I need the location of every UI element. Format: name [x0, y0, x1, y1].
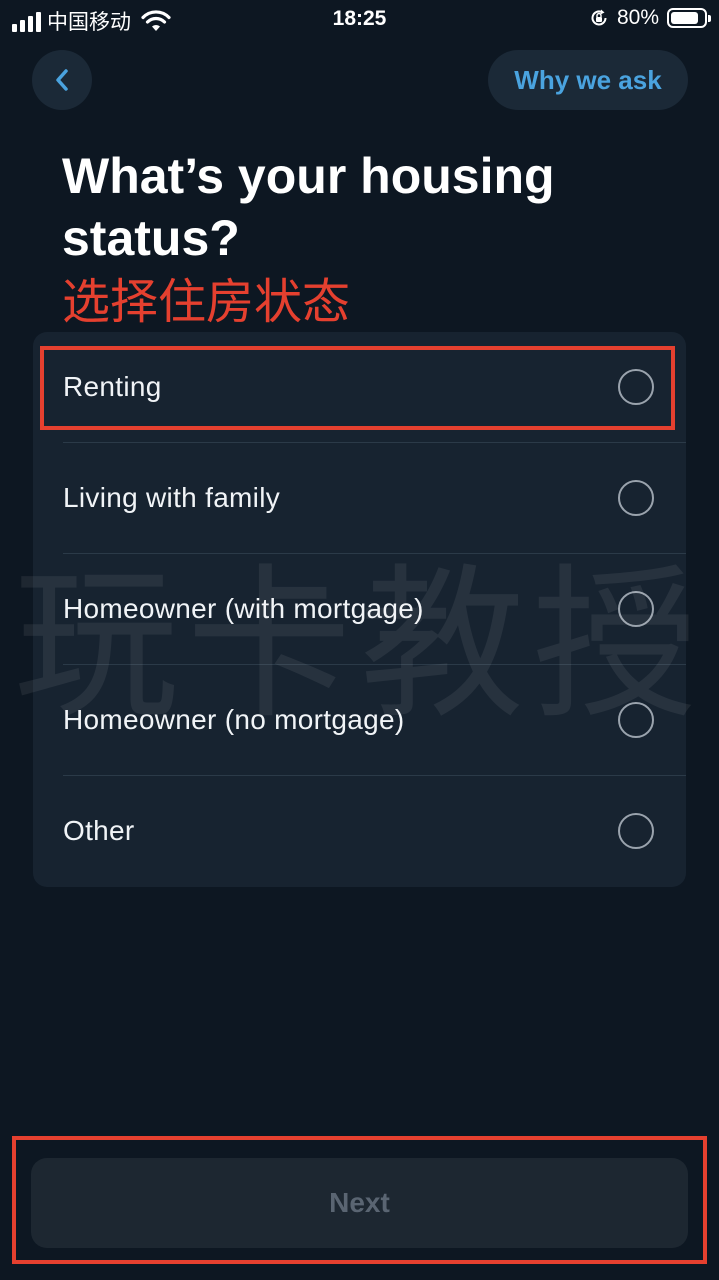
radio-button-icon[interactable] — [618, 702, 654, 738]
status-bar: 中国移动 18:25 80% — [0, 0, 719, 40]
radio-button-icon[interactable] — [618, 591, 654, 627]
option-living-with-family[interactable]: Living with family — [63, 443, 656, 553]
housing-options-card: Renting Living with family Homeowner (wi… — [33, 332, 686, 887]
chevron-left-icon — [56, 69, 68, 91]
option-label: Renting — [63, 371, 162, 402]
battery-percent: 80% — [616, 6, 659, 29]
radio-button-icon[interactable] — [618, 369, 654, 405]
option-label: Homeowner (with mortgage) — [63, 593, 424, 624]
option-homeowner-no-mortgage[interactable]: Homeowner (no mortgage) — [63, 665, 656, 775]
back-button[interactable] — [32, 50, 92, 110]
radio-button-icon[interactable] — [618, 813, 654, 849]
page-title: What’s your housing status? — [62, 148, 555, 266]
next-button[interactable]: Next — [31, 1158, 688, 1248]
option-renting[interactable]: Renting — [63, 332, 656, 442]
page-subtitle-annotation: 选择住房状态 — [62, 274, 351, 330]
option-homeowner-with-mortgage[interactable]: Homeowner (with mortgage) — [63, 554, 656, 664]
rotation-lock-icon — [591, 9, 607, 26]
why-we-ask-button[interactable]: Why we ask — [488, 50, 688, 110]
option-label: Other — [63, 815, 135, 846]
option-label: Homeowner (no mortgage) — [63, 704, 405, 735]
radio-button-icon[interactable] — [618, 480, 654, 516]
option-label: Living with family — [63, 482, 281, 513]
battery-icon — [667, 8, 711, 28]
option-other[interactable]: Other — [63, 776, 656, 886]
status-right: 80% — [589, 6, 711, 30]
